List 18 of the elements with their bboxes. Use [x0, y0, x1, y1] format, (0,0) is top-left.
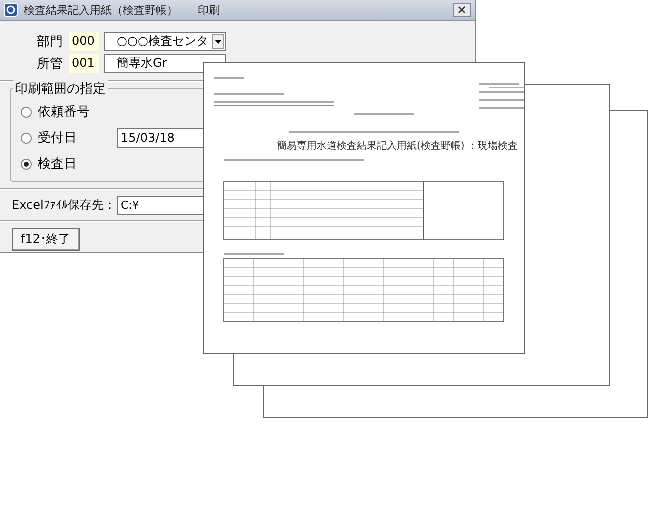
menu-item[interactable]: 印刷 — [198, 2, 220, 18]
dropdown[interactable]: ○○○検査センタ — [104, 32, 226, 51]
code-field[interactable]: 001 — [69, 54, 99, 73]
group-title: 印刷範囲の指定 — [13, 80, 108, 98]
radio-option[interactable]: 依頼番号 — [21, 103, 117, 121]
code-field[interactable]: 000 — [69, 32, 99, 51]
app-icon — [4, 3, 18, 17]
document-title: 簡易専用水道検査結果記入用紙(検査野帳) ：現場検査 — [277, 140, 518, 153]
radio-option[interactable]: 検査日 — [21, 155, 117, 173]
radio-option[interactable]: 受付日 — [21, 129, 117, 147]
close-button[interactable] — [453, 3, 471, 17]
field-label: 所管 — [37, 56, 64, 72]
window-title: 検査結果記入用紙（検査野帳） — [24, 2, 178, 18]
field-label: 部門 — [37, 34, 64, 50]
exit-button[interactable]: f12･終了 — [12, 228, 80, 251]
field-label: Excelﾌｧｲﾙ保存先： — [12, 196, 117, 214]
close-icon — [458, 6, 466, 14]
caret-icon — [212, 34, 224, 49]
